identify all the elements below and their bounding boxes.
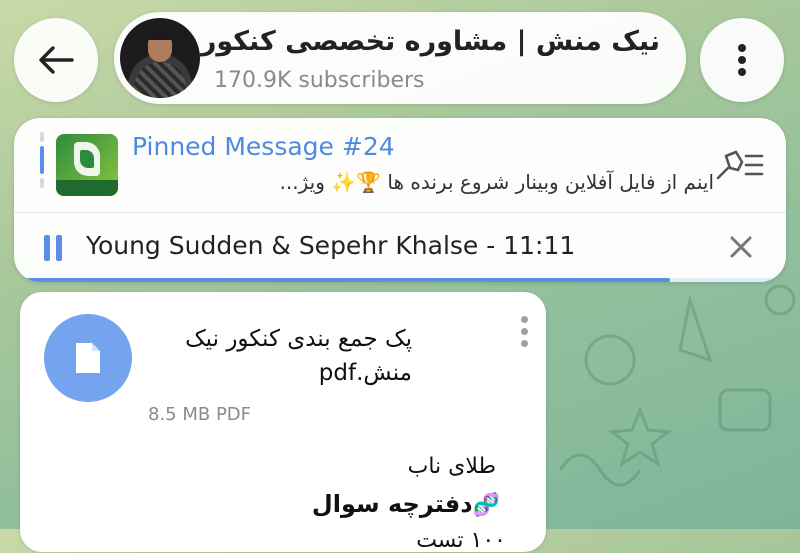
arrow-left-icon [39,46,74,74]
message-menu-icon[interactable] [514,316,534,352]
divider [14,212,786,213]
channel-avatar[interactable] [120,18,200,98]
pinned-panel: Pinned Message #24 اینم از فایل آفلاین و… [14,118,786,282]
document-icon [76,343,100,373]
track-title[interactable]: Young Sudden & Sepehr Khalse - 11:11 [86,231,575,260]
file-download-button[interactable] [44,314,132,402]
pinned-title: Pinned Message #24 [132,132,395,161]
pinned-thumbnail [56,134,118,196]
dna-emoji: 🧬 [472,493,500,518]
file-name: پک جمع بندی کنکور نیک منش.pdf [185,326,412,386]
message-line-bold-text: دفترچه سوال [311,490,473,518]
channel-header[interactable]: نیک منش | مشاوره تخصصی کنکور 170.9K subs… [114,12,686,104]
more-options-button[interactable] [700,18,784,102]
pin-list-icon[interactable] [712,148,764,182]
channel-title: نیک منش | مشاوره تخصصی کنکور [200,26,660,57]
message-bubble[interactable]: پک جمع بندی کنکور نیک منش.pdf 8.5 MB PDF… [20,292,546,553]
file-size: 8.5 MB PDF [148,404,252,425]
pinned-indicator [40,132,44,194]
pause-button[interactable] [44,235,64,261]
close-player-icon[interactable] [726,232,756,262]
back-button[interactable] [14,18,98,102]
message-line: ۱۰۰ تست [416,528,506,553]
message-line: طلای ناب [407,454,496,479]
track-progress-fill [14,278,671,282]
track-progress[interactable] [14,278,786,282]
subscriber-count: 170.9K subscribers [214,68,425,93]
more-vertical-icon [738,44,746,76]
message-line-bold: 🧬دفترچه سوال [312,490,500,518]
pinned-preview: اینم از فایل آفلاین وبینار شروع برنده ها… [279,170,714,194]
